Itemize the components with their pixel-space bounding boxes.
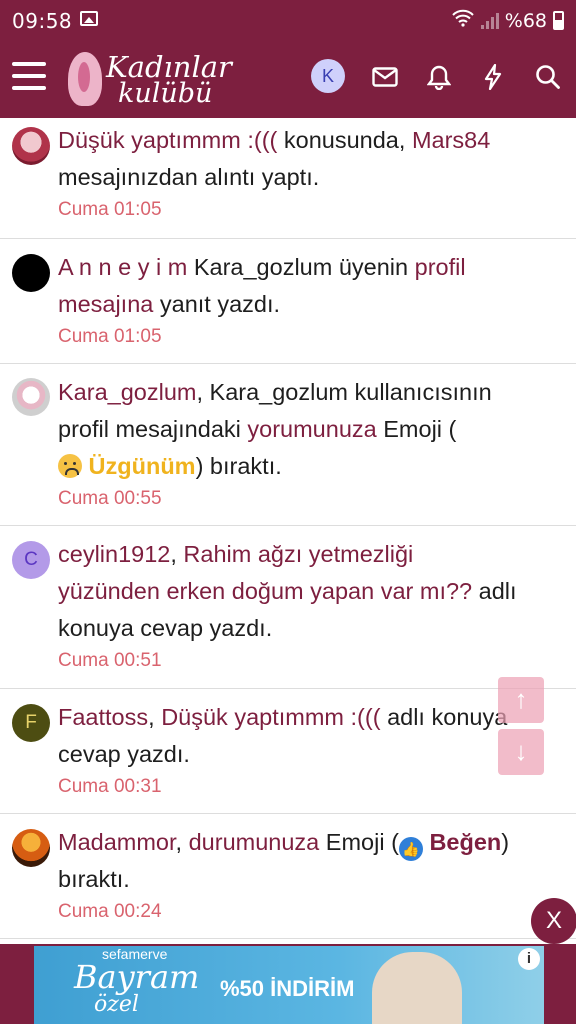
thread-link[interactable]: Düşük yaptımmm :((( [161, 704, 380, 730]
signal-icon [480, 12, 499, 29]
alert-item[interactable]: C ceylin1912, Rahim ağzı yetmezliği yüzü… [0, 526, 576, 689]
ad-banner[interactable]: sefamerve Bayram özel %50 İNDİRİM i [0, 944, 576, 1024]
alerts-feed: Düşük yaptımmm :((( konusunda, Mars84 me… [0, 118, 576, 944]
alert-text: , [175, 829, 189, 855]
alert-text: cevap yazdı. [58, 741, 190, 767]
logo-mark-icon [68, 52, 102, 106]
bell-icon[interactable] [424, 62, 454, 92]
ad-model-image [372, 952, 462, 1024]
search-icon[interactable] [533, 62, 563, 92]
alert-time: Cuma 00:55 [58, 488, 162, 509]
alert-text: konusunda, [277, 127, 412, 153]
status-link[interactable]: durumunuza [189, 829, 320, 855]
message-link[interactable]: mesajına [58, 291, 153, 317]
alert-text: adlı [472, 578, 517, 604]
user-link[interactable]: Mars84 [412, 127, 490, 153]
alert-time: Cuma 01:05 [58, 199, 162, 220]
alert-item[interactable]: Madammor, durumunuza Emoji (👍 Beğen) bır… [0, 814, 576, 939]
ad-headline: Bayram [74, 958, 200, 996]
wifi-icon [451, 9, 475, 32]
battery-level: %68 [504, 9, 547, 32]
alert-text: mesajınızdan alıntı yaptı. [58, 164, 320, 190]
user-avatar-photo[interactable] [12, 829, 50, 867]
thread-link[interactable]: Rahim ağzı yetmezliği [183, 541, 413, 567]
user-link[interactable]: ceylin1912 [58, 541, 170, 567]
logo-text-line2: kulübü [118, 78, 213, 109]
alert-time: Cuma 01:05 [58, 326, 162, 347]
alert-text: Emoji ( [319, 829, 399, 855]
alert-text: Emoji ( [376, 416, 457, 442]
user-link[interactable]: Kara_gozlum [58, 379, 196, 405]
alert-time: Cuma 00:24 [58, 901, 162, 922]
battery-icon [553, 11, 564, 30]
alert-time: Cuma 00:31 [58, 776, 162, 797]
user-avatar-letter[interactable]: C [12, 541, 50, 579]
scroll-up-button[interactable]: ↑ [498, 677, 544, 723]
lightning-icon[interactable] [478, 62, 508, 92]
alert-item[interactable]: F Faattoss, Düşük yaptımmm :((( adlı kon… [0, 689, 576, 814]
user-avatar-letter[interactable]: F [12, 704, 50, 742]
alert-time: Cuma 00:51 [58, 650, 162, 671]
menu-icon[interactable] [12, 62, 46, 92]
like-emoji-icon: 👍 [398, 837, 423, 861]
alert-text: bıraktı. [58, 866, 130, 892]
clock: 09:58 [12, 9, 73, 33]
alert-text: , [170, 541, 184, 567]
alert-text: yanıt yazdı. [153, 291, 281, 317]
status-bar: 09:58 %68 [0, 0, 576, 40]
alert-text: Kara_gozlum üyenin [187, 254, 415, 280]
mail-icon[interactable] [370, 62, 400, 92]
user-avatar[interactable]: K [311, 59, 345, 93]
alert-item[interactable]: Düşük yaptımmm :((( konusunda, Mars84 me… [0, 118, 576, 239]
user-link[interactable]: Madammor [58, 829, 176, 855]
user-avatar-photo[interactable] [12, 127, 50, 165]
alert-text: ) bıraktı. [195, 453, 282, 479]
ad-info-icon[interactable]: i [518, 948, 540, 970]
scroll-down-button[interactable]: ↓ [498, 729, 544, 775]
ad-offer: %50 İNDİRİM [220, 976, 355, 1001]
user-link[interactable]: A n n e y i m [58, 254, 187, 280]
alert-text: profil mesajındaki [58, 416, 248, 442]
reaction-label: Üzgünüm [88, 453, 196, 479]
top-app-bar: Kadınlar kulübü K [0, 40, 576, 118]
alert-item[interactable]: Kara_gozlum, Kara_gozlum kullanıcısının … [0, 364, 576, 526]
alert-text: , Kara_gozlum kullanıcısının [196, 379, 492, 405]
thread-link[interactable]: Düşük yaptımmm :((( [58, 127, 277, 153]
alert-text: adlı konuya [380, 704, 508, 730]
ad-close-button[interactable]: X [531, 898, 576, 944]
user-link[interactable]: Faattoss [58, 704, 148, 730]
user-avatar-photo[interactable] [12, 378, 50, 416]
alert-item[interactable]: A n n e y i m Kara_gozlum üyenin profil … [0, 239, 576, 364]
thread-link[interactable]: yüzünden erken doğum yapan var mı?? [58, 578, 472, 604]
alert-text: konuya cevap yazdı. [58, 615, 273, 641]
sad-emoji-icon [58, 454, 82, 478]
ad-image[interactable]: sefamerve Bayram özel %50 İNDİRİM i [34, 946, 544, 1024]
alert-text: ) [501, 829, 510, 855]
profile-link[interactable]: profil [415, 254, 466, 280]
ad-subheadline: özel [94, 992, 139, 1017]
user-avatar-photo[interactable] [12, 254, 50, 292]
alert-text: , [148, 704, 162, 730]
gallery-notification-icon [80, 11, 98, 26]
comment-link[interactable]: yorumunuza [247, 416, 376, 442]
site-logo[interactable]: Kadınlar kulübü [66, 48, 236, 110]
reaction-label: Beğen [429, 829, 502, 855]
